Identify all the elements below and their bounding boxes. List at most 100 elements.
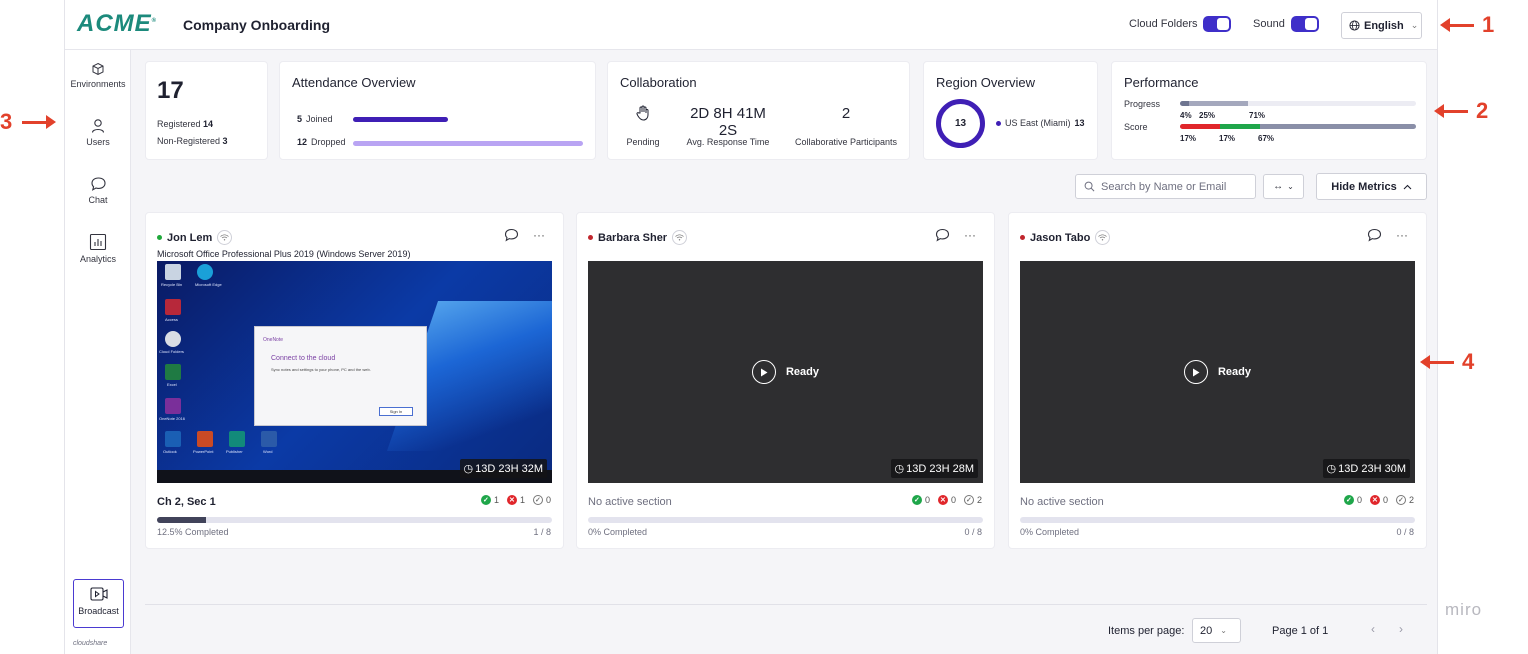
progress-value-3: 71% [1249,111,1266,120]
more-options-icon[interactable]: ··· [964,228,976,242]
completion-progress-bar [157,517,552,523]
cloud-folders-toggle[interactable] [1203,16,1232,32]
acme-logo: ACME® [77,10,158,37]
completion-count: 0 / 8 [1396,527,1414,537]
more-options-icon[interactable]: ··· [1396,228,1408,242]
active-section: Ch 2, Sec 1 [157,496,216,508]
cloud-folders-toggle-group: Cloud Folders [1129,16,1232,32]
remote-screen-thumbnail[interactable]: Recycle Bin Microsoft Edge Access Cloud … [157,261,552,483]
pending-label: Pending [626,137,660,147]
edge-icon [197,264,213,280]
left-arrow-icon [1420,354,1454,369]
outlook-icon [165,431,181,447]
session-timer: ◷ 13D 23H 30M [1322,459,1410,478]
x-circle-icon: ✕ [937,495,948,505]
user-card[interactable]: Jason Tabo ··· Ready ◷ 13D 23H 30M No act… [1008,212,1427,549]
progress-value-2: 25% [1199,111,1216,120]
hide-metrics-label: Hide Metrics [1331,180,1397,193]
sound-label: Sound [1253,18,1285,30]
active-section: No active section [1020,496,1104,508]
items-per-page-select[interactable]: 20 ⌄ [1192,618,1241,643]
hide-metrics-button[interactable]: Hide Metrics [1316,173,1427,200]
search-placeholder: Search by Name or Email [1101,180,1227,193]
completion-progress-bar [1020,517,1415,523]
online-status-dot [157,235,162,240]
sidebar-item-environments[interactable]: Environments [65,62,131,89]
annotation-4: 4 [1420,349,1474,375]
chat-bubble-icon[interactable] [504,228,519,242]
hand-icon [624,105,662,125]
card-title: Collaboration [620,75,697,90]
attendance-overview-card: Attendance Overview 5 Joined 12 Dropped [279,61,596,160]
pending-check-icon: ✓ [963,495,974,505]
footer-divider [145,604,1427,605]
horizontal-arrows-icon: ↔ [1273,181,1284,192]
chat-bubble-icon[interactable] [1367,228,1382,242]
chevron-down-icon: ⌄ [1410,20,1419,30]
prev-page-button[interactable]: ‹ [1371,622,1375,636]
check-circle-icon: ✓ [1343,495,1354,505]
user-name: Barbara Sher [588,230,688,245]
chevron-up-icon [1403,184,1412,189]
play-icon[interactable] [1183,360,1208,384]
card-actions: ··· [935,228,976,242]
ready-state: Ready [1020,261,1415,483]
sidebar-item-analytics[interactable]: Analytics [65,233,131,264]
sound-toggle-group: Sound [1253,16,1319,32]
sidebar-item-chat[interactable]: Chat [65,176,131,205]
miro-watermark: miro [1445,600,1483,619]
next-page-button[interactable]: › [1399,622,1403,636]
card-title: Region Overview [936,75,1035,90]
language-select[interactable]: English ⌄ [1341,12,1422,39]
completion-text: 0% Completed [1020,527,1080,537]
x-circle-icon: ✕ [1369,495,1380,505]
completion-count: 1 / 8 [533,527,551,537]
user-card[interactable]: Jon Lem ··· Microsoft Office Professiona… [145,212,564,549]
score-label: Score [1124,122,1148,132]
sidebar-item-label: Chat [88,195,108,205]
ready-state: Ready [588,261,983,483]
user-name: Jon Lem [157,230,233,245]
sound-toggle[interactable] [1290,16,1319,32]
remote-screen-thumbnail[interactable]: Ready ◷ 13D 23H 28M [588,261,983,483]
progress-label: Progress [1124,99,1161,109]
onenote-icon [165,398,181,414]
remote-screen-thumbnail[interactable]: Ready ◷ 13D 23H 30M [1020,261,1415,483]
completion-text: 0% Completed [588,527,648,537]
more-options-icon[interactable]: ··· [533,228,545,242]
sidebar-item-users[interactable]: Users [65,118,131,147]
card-actions: ··· [504,228,545,242]
annotation-1: 1 [1440,12,1494,38]
completion-text: 12.5% Completed [157,527,229,537]
annotation-3: 3 [0,109,57,135]
total-users-count: 17 [157,77,184,104]
score-value-2: 17% [1219,134,1236,143]
pending-check-icon: ✓ [532,495,543,505]
session-timer: ◷ 13D 23H 32M [459,459,547,478]
card-title: Performance [1124,75,1199,90]
play-icon[interactable] [751,360,776,384]
search-input[interactable]: Search by Name or Email [1075,174,1256,199]
items-per-page-label: Items per page: [1108,625,1185,637]
progress-bar [1180,101,1416,106]
publisher-icon [229,431,245,447]
region-legend: US East (Miami) 13 [996,118,1085,128]
page-title: Company Onboarding [183,17,330,33]
user-icon [91,119,105,133]
left-arrow-icon [1434,103,1468,118]
cloud-folders-icon [165,331,181,347]
access-icon [165,299,181,315]
score-bar [1180,124,1416,129]
chat-bubble-icon[interactable] [935,228,950,242]
card-width-select[interactable]: ↔ ⌄ [1263,174,1304,199]
dropped-bar [353,141,583,146]
user-card[interactable]: Barbara Sher ··· Ready ◷ 13D 23H 28M No a… [576,212,995,549]
cube-icon [92,62,104,76]
completion-count: 0 / 8 [964,527,982,537]
broadcast-button[interactable]: Broadcast [73,579,124,628]
joined-bar [353,117,448,122]
card-title: Attendance Overview [292,75,416,90]
language-label: English [1364,19,1404,32]
excel-icon [165,364,181,380]
bar-chart-icon [89,233,107,251]
